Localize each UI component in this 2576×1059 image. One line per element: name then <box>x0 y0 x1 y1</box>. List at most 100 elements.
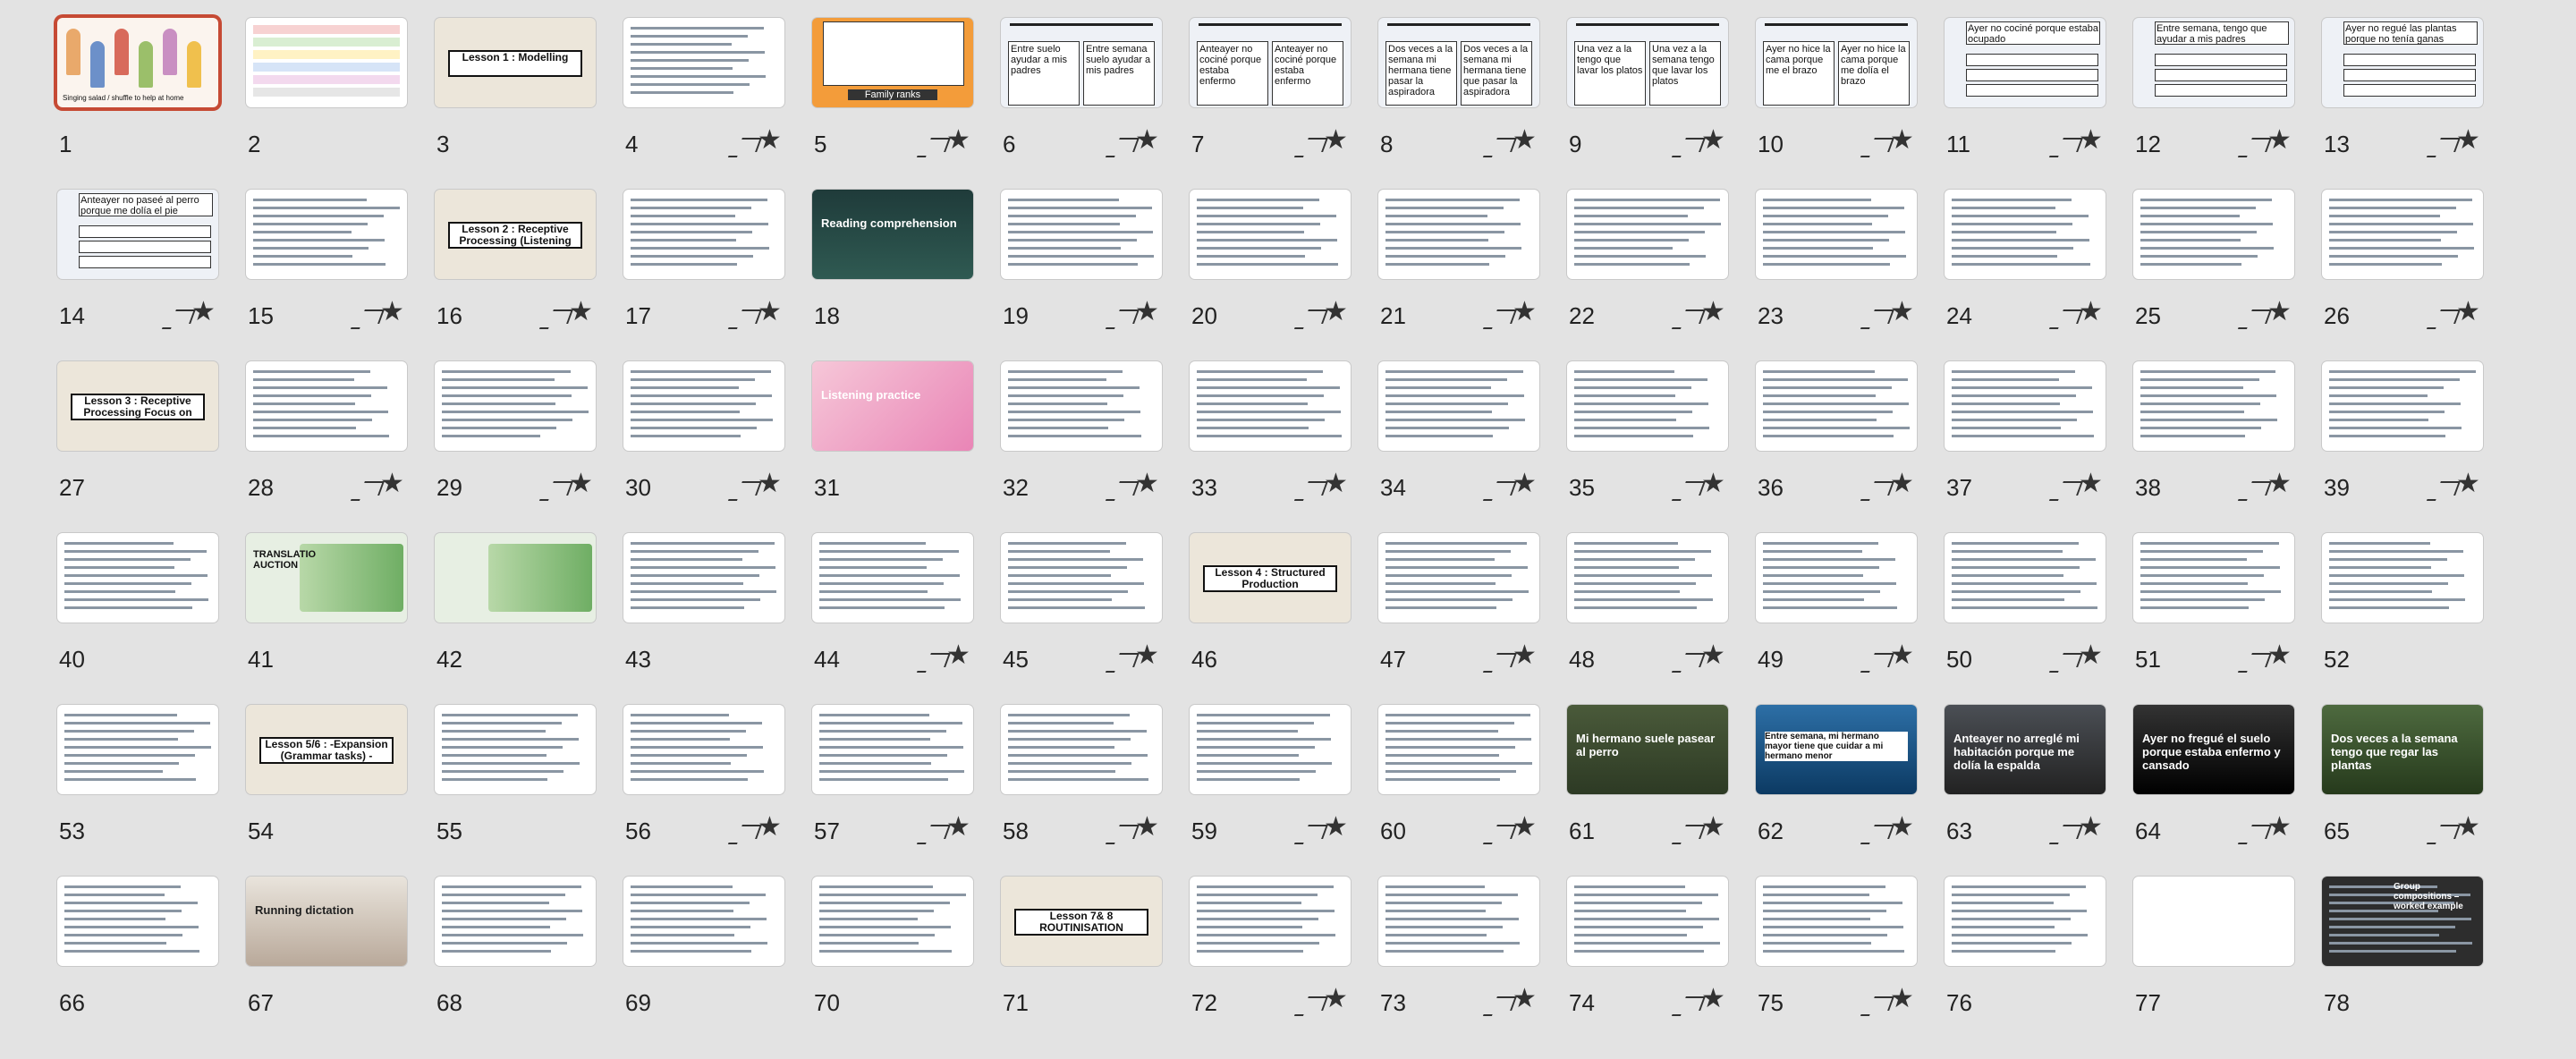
slide-thumbnail[interactable]: 49 ★ <box>1756 533 1926 685</box>
star-icon[interactable]: ★ <box>758 127 782 154</box>
slide-thumbnail[interactable]: 39 ★ <box>2322 361 2492 513</box>
slide-thumbnail[interactable]: 73 ★ <box>1378 877 1548 1029</box>
slide-thumbnail[interactable]: 21 ★ <box>1378 190 1548 342</box>
slide-preview[interactable]: Lesson 2 : Receptive Processing (Listeni… <box>435 190 596 279</box>
slide-preview[interactable] <box>2133 361 2294 451</box>
star-icon[interactable]: ★ <box>1890 127 1914 154</box>
slide-preview[interactable]: Listening practice <box>812 361 973 451</box>
slide-thumbnail[interactable]: Una vez a la tengo que lavar los platos U… <box>1567 18 1737 170</box>
star-icon[interactable]: ★ <box>1701 470 1725 497</box>
slide-thumbnail[interactable]: Lesson 3 : Receptive Processing Focus on… <box>57 361 227 513</box>
slide-thumbnail[interactable]: 22 ★ <box>1567 190 1737 342</box>
slide-thumbnail[interactable]: 55 <box>435 705 605 857</box>
star-icon[interactable]: ★ <box>1324 470 1348 497</box>
slide-preview[interactable] <box>1756 877 1917 966</box>
slide-preview[interactable] <box>1001 705 1162 794</box>
slide-thumbnail[interactable]: 35 ★ <box>1567 361 1737 513</box>
slide-thumbnail[interactable]: 44 ★ <box>812 533 982 685</box>
slide-preview[interactable] <box>623 877 784 966</box>
slide-thumbnail[interactable]: 4 ★ <box>623 18 793 170</box>
slide-preview[interactable] <box>246 18 407 107</box>
star-icon[interactable]: ★ <box>758 814 782 841</box>
star-icon[interactable]: ★ <box>2079 470 2103 497</box>
slide-preview[interactable]: Anteayer no arreglé mi habitación porque… <box>1945 705 2106 794</box>
slide-preview[interactable] <box>2322 533 2483 623</box>
slide-thumbnail[interactable]: Reading comprehension 18 <box>812 190 982 342</box>
slide-preview[interactable] <box>1001 533 1162 623</box>
slide-thumbnail[interactable]: 2 <box>246 18 416 170</box>
slide-preview[interactable] <box>246 361 407 451</box>
star-icon[interactable]: ★ <box>946 814 970 841</box>
slide-preview[interactable]: Anteayer no cociné porque estaba enfermo… <box>1190 18 1351 107</box>
slide-thumbnail[interactable]: 25 ★ <box>2133 190 2303 342</box>
slide-thumbnail[interactable]: 40 <box>57 533 227 685</box>
slide-thumbnail[interactable]: Ayer no regué las plantas porque no tení… <box>2322 18 2492 170</box>
star-icon[interactable]: ★ <box>2267 127 2292 154</box>
slide-thumbnail[interactable]: Ayer no fregué el suelo porque estaba en… <box>2133 705 2303 857</box>
slide-preview[interactable]: TRANSLATION AUCTION <box>246 533 407 623</box>
slide-thumbnail[interactable]: 69 <box>623 877 793 1029</box>
slide-preview[interactable] <box>812 533 973 623</box>
slide-preview[interactable] <box>2322 361 2483 451</box>
slide-preview[interactable]: Mi hermano suele pasear al perro <box>1567 705 1728 794</box>
slide-preview[interactable] <box>2133 533 2294 623</box>
slide-thumbnail[interactable]: 66 <box>57 877 227 1029</box>
slide-thumbnail[interactable]: 47 ★ <box>1378 533 1548 685</box>
slide-thumbnail[interactable]: Listening practice 31 <box>812 361 982 513</box>
slide-preview[interactable] <box>1945 361 2106 451</box>
slide-thumbnail[interactable]: 37 ★ <box>1945 361 2114 513</box>
slide-preview[interactable] <box>57 877 218 966</box>
star-icon[interactable]: ★ <box>380 299 404 326</box>
slide-preview[interactable] <box>2133 877 2294 966</box>
star-icon[interactable]: ★ <box>1324 299 1348 326</box>
star-icon[interactable]: ★ <box>1701 127 1725 154</box>
star-icon[interactable]: ★ <box>1513 642 1537 669</box>
star-icon[interactable]: ★ <box>1890 299 1914 326</box>
slide-thumbnail[interactable]: Entre suelo ayudar a mis padres Entre sem… <box>1001 18 1171 170</box>
slide-preview[interactable] <box>1001 361 1162 451</box>
star-icon[interactable]: ★ <box>1135 470 1159 497</box>
slide-preview[interactable] <box>1001 190 1162 279</box>
star-icon[interactable]: ★ <box>1135 642 1159 669</box>
slide-thumbnail[interactable]: 15 ★ <box>246 190 416 342</box>
slide-preview[interactable] <box>1756 190 1917 279</box>
slide-thumbnail[interactable]: Group compositions – worked example 78 <box>2322 877 2492 1029</box>
slide-thumbnail[interactable]: 17 ★ <box>623 190 793 342</box>
star-icon[interactable]: ★ <box>1890 986 1914 1012</box>
star-icon[interactable]: ★ <box>1701 986 1725 1012</box>
slide-thumbnail[interactable]: 77 <box>2133 877 2303 1029</box>
slide-preview[interactable] <box>1567 877 1728 966</box>
star-icon[interactable]: ★ <box>1701 814 1725 841</box>
slide-preview[interactable] <box>1378 877 1539 966</box>
star-icon[interactable]: ★ <box>2079 642 2103 669</box>
slide-preview[interactable] <box>812 877 973 966</box>
slide-thumbnail[interactable]: Anteayer no paseé al perro porque me dol… <box>57 190 227 342</box>
slide-thumbnail[interactable]: 70 <box>812 877 982 1029</box>
star-icon[interactable]: ★ <box>1135 299 1159 326</box>
star-icon[interactable]: ★ <box>1513 814 1537 841</box>
slide-preview[interactable]: Ayer no fregué el suelo porque estaba en… <box>2133 705 2294 794</box>
slide-thumbnail[interactable]: 29 ★ <box>435 361 605 513</box>
slide-preview[interactable] <box>435 361 596 451</box>
slide-thumbnail[interactable]: Lesson 7& 8 ROUTINISATION SPONTANEITY 71 <box>1001 877 1171 1029</box>
slide-preview[interactable]: Lesson 5/6 : -Expansion (Grammar tasks) … <box>246 705 407 794</box>
star-icon[interactable]: ★ <box>1324 814 1348 841</box>
slide-thumbnail[interactable]: 45 ★ <box>1001 533 1171 685</box>
slide-preview[interactable] <box>435 705 596 794</box>
slide-preview[interactable]: Reading comprehension <box>812 190 973 279</box>
slide-preview[interactable] <box>57 705 218 794</box>
star-icon[interactable]: ★ <box>1890 642 1914 669</box>
slide-preview[interactable] <box>1190 705 1351 794</box>
slide-thumbnail[interactable]: 24 ★ <box>1945 190 2114 342</box>
slide-preview[interactable] <box>623 361 784 451</box>
slide-preview[interactable]: Lesson 4 : Structured Production <box>1190 533 1351 623</box>
slide-thumbnail[interactable]: 30 ★ <box>623 361 793 513</box>
slide-preview[interactable] <box>1378 190 1539 279</box>
star-icon[interactable]: ★ <box>2456 299 2480 326</box>
star-icon[interactable]: ★ <box>569 470 593 497</box>
slide-thumbnail[interactable]: 59 ★ <box>1190 705 1360 857</box>
star-icon[interactable]: ★ <box>758 299 782 326</box>
slide-preview[interactable]: Lesson 3 : Receptive Processing Focus on… <box>57 361 218 451</box>
slide-preview[interactable]: Lesson 7& 8 ROUTINISATION SPONTANEITY <box>1001 877 1162 966</box>
slide-thumbnail[interactable]: 34 ★ <box>1378 361 1548 513</box>
